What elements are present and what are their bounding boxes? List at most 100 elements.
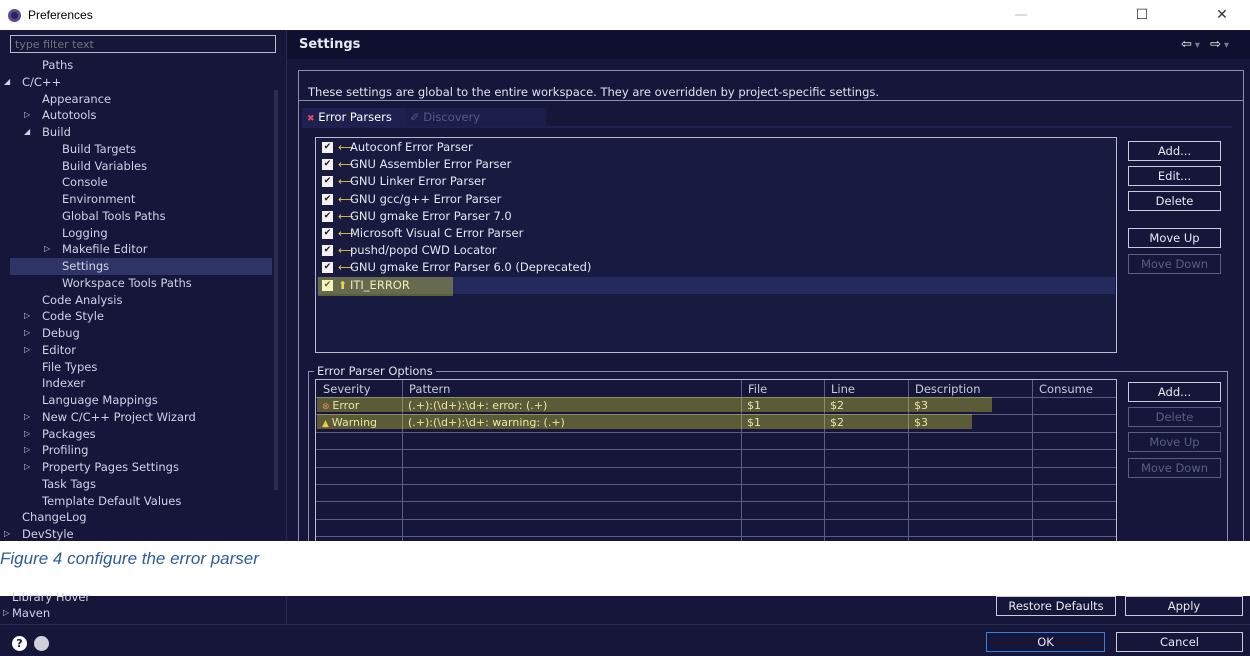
tree-item[interactable]: Language Mappings bbox=[10, 392, 272, 409]
parser-checkbox[interactable]: ✔ bbox=[322, 245, 333, 257]
restore-defaults-button[interactable]: Restore Defaults bbox=[996, 596, 1116, 616]
expanded-arrow-icon[interactable]: ◢ bbox=[4, 74, 10, 91]
parser-checkbox[interactable]: ✔ bbox=[322, 159, 333, 171]
edit-parser-button[interactable]: Edit... bbox=[1128, 166, 1221, 186]
close-button[interactable]: ✕ bbox=[1210, 4, 1234, 26]
move-down-parser-button[interactable]: Move Down bbox=[1128, 254, 1221, 274]
tab-error-parsers[interactable]: ✖ Error Parsers bbox=[302, 108, 406, 126]
tree-item[interactable]: Task Tags bbox=[10, 476, 272, 493]
forward-arrow-icon[interactable]: ⇨ bbox=[1210, 37, 1224, 52]
delete-parser-button[interactable]: Delete bbox=[1128, 191, 1221, 211]
error-parser-list[interactable]: ✔ ⟵ Autoconf Error Parser ✔ ⟵ GNU Assembler E… bbox=[315, 137, 1117, 353]
column-header[interactable]: Pattern bbox=[409, 382, 450, 396]
add-parser-button[interactable]: Add... bbox=[1128, 141, 1221, 161]
column-header[interactable]: Consume bbox=[1039, 382, 1093, 396]
move-up-parser-button[interactable]: Move Up bbox=[1128, 228, 1221, 248]
parser-row[interactable]: ✔ ⟵ pushd/popd CWD Locator bbox=[317, 242, 1115, 259]
tree-item[interactable]: Environment bbox=[10, 191, 272, 208]
column-header[interactable]: File bbox=[748, 382, 767, 396]
tree-item[interactable]: ▷ Property Pages Settings bbox=[10, 459, 272, 476]
tree-item-peek[interactable]: Library Hover bbox=[12, 590, 90, 604]
parser-checkbox[interactable]: ✔ bbox=[322, 142, 333, 153]
pattern-cell[interactable]: (.+):(\d+):\d+: warning: (.+) bbox=[408, 416, 565, 429]
move-down-pattern-button[interactable]: Move Down bbox=[1128, 458, 1221, 478]
expanded-arrow-icon[interactable]: ◢ bbox=[24, 124, 30, 141]
parser-row[interactable]: ✔ ⟵ Microsoft Visual C Error Parser bbox=[317, 225, 1115, 242]
collapsed-arrow-icon[interactable]: ▷ bbox=[4, 526, 10, 541]
tree-item[interactable]: Global Tools Paths bbox=[10, 208, 272, 225]
tree-item[interactable]: ◢ Build bbox=[10, 124, 272, 141]
pane-divider[interactable] bbox=[286, 30, 287, 541]
tree-item[interactable]: Settings bbox=[10, 258, 272, 275]
tree-item[interactable]: Build Variables bbox=[10, 158, 272, 175]
tree-item[interactable]: ChangeLog bbox=[10, 509, 272, 526]
minimize-button[interactable]: — bbox=[1009, 4, 1033, 26]
help-icon[interactable]: ? bbox=[12, 636, 27, 651]
tree-item-peek[interactable]: Maven bbox=[12, 606, 50, 620]
tree-item[interactable]: Paths bbox=[10, 57, 272, 74]
back-menu-chevron-icon[interactable]: ▾ bbox=[1195, 40, 1203, 51]
column-header[interactable]: Severity bbox=[323, 382, 371, 396]
collapsed-arrow-icon[interactable]: ▷ bbox=[44, 241, 50, 258]
tree-item[interactable]: ▷ Code Style bbox=[10, 308, 272, 325]
add-pattern-button[interactable]: Add... bbox=[1128, 382, 1221, 402]
tree-scrollbar[interactable] bbox=[274, 90, 278, 490]
tree-item[interactable]: Build Targets bbox=[10, 141, 272, 158]
parser-checkbox[interactable]: ✔ bbox=[322, 193, 333, 205]
tree-item[interactable]: ▷ DevStyle bbox=[4, 526, 272, 541]
ok-button[interactable]: OK bbox=[986, 632, 1105, 652]
tree-item[interactable]: Workspace Tools Paths bbox=[10, 275, 272, 292]
column-header[interactable]: Description bbox=[915, 382, 981, 396]
preferences-export-icon[interactable] bbox=[34, 636, 49, 651]
apply-button[interactable]: Apply bbox=[1125, 596, 1243, 616]
parser-row[interactable]: ✔ ⟵ GNU Assembler Error Parser bbox=[317, 156, 1115, 173]
tree-item[interactable]: ▷ Debug bbox=[10, 325, 272, 342]
collapsed-arrow-icon[interactable]: ▷ bbox=[24, 442, 30, 459]
collapsed-arrow-icon[interactable]: ▷ bbox=[24, 459, 30, 476]
description-cell[interactable]: $3 bbox=[914, 416, 928, 429]
tree-item[interactable]: ◢ C/C++ bbox=[4, 74, 272, 91]
parser-row[interactable]: ✔ ⟵ Autoconf Error Parser bbox=[317, 139, 1115, 156]
collapsed-arrow-icon[interactable]: ▷ bbox=[24, 409, 30, 426]
description-cell[interactable]: $3 bbox=[914, 399, 928, 412]
line-cell[interactable]: $2 bbox=[830, 399, 844, 412]
tree-item[interactable]: ▷ Makefile Editor bbox=[10, 241, 272, 258]
delete-pattern-button[interactable]: Delete bbox=[1128, 407, 1221, 427]
parser-checkbox[interactable]: ✔ bbox=[322, 262, 333, 274]
tree-item[interactable]: File Types bbox=[10, 359, 272, 376]
tree-item[interactable]: ▷ New C/C++ Project Wizard bbox=[10, 409, 272, 426]
parser-checkbox[interactable]: ✔ bbox=[322, 176, 333, 188]
tree-item[interactable]: Code Analysis bbox=[10, 292, 272, 309]
parser-row[interactable]: ✔ ⟵ GNU gmake Error Parser 6.0 (Deprecated… bbox=[317, 259, 1115, 276]
tree-item[interactable]: Appearance bbox=[10, 91, 272, 108]
cancel-button[interactable]: Cancel bbox=[1116, 632, 1243, 652]
collapsed-arrow-icon[interactable]: ▷ bbox=[24, 308, 30, 325]
severity-cell[interactable]: ⊗ Error bbox=[322, 399, 359, 412]
severity-cell[interactable]: ▲ Warning bbox=[322, 416, 377, 429]
tree-item[interactable]: Console bbox=[10, 174, 272, 191]
pattern-cell[interactable]: (.+):(\d+):\d+: error: (.+) bbox=[408, 399, 547, 412]
collapsed-arrow-icon[interactable]: ▷ bbox=[24, 426, 30, 443]
back-arrow-icon[interactable]: ⇦ bbox=[1181, 37, 1195, 52]
tree-item[interactable]: Indexer bbox=[10, 375, 272, 392]
column-header[interactable]: Line bbox=[831, 382, 855, 396]
tree-item[interactable]: Template Default Values bbox=[10, 493, 272, 510]
filter-input[interactable] bbox=[10, 35, 276, 53]
parser-checkbox[interactable]: ✔ bbox=[322, 210, 333, 222]
tree-item[interactable]: ▷ Editor bbox=[10, 342, 272, 359]
move-up-pattern-button[interactable]: Move Up bbox=[1128, 432, 1221, 452]
collapsed-arrow-icon[interactable]: ▷ bbox=[24, 342, 30, 359]
collapsed-arrow-icon[interactable]: ▷ bbox=[3, 608, 9, 617]
parser-checkbox[interactable]: ✔ bbox=[322, 228, 333, 239]
collapsed-arrow-icon[interactable]: ▷ bbox=[24, 325, 30, 342]
forward-menu-chevron-icon[interactable]: ▾ bbox=[1224, 40, 1232, 51]
tree-item[interactable]: Logging bbox=[10, 225, 272, 242]
tab-discovery[interactable]: ✐ Discovery bbox=[406, 108, 546, 126]
parser-row[interactable]: ✔ ⟵ GNU Linker Error Parser bbox=[317, 173, 1115, 190]
options-table[interactable]: Severity Pattern File Line Description Consum… bbox=[315, 379, 1117, 541]
file-cell[interactable]: $1 bbox=[747, 399, 761, 412]
collapsed-arrow-icon[interactable]: ▷ bbox=[24, 107, 30, 124]
line-cell[interactable]: $2 bbox=[830, 416, 844, 429]
tree-item[interactable]: ▷ Packages bbox=[10, 426, 272, 443]
parser-row[interactable]: ✔ ⟵ GNU gmake Error Parser 7.0 bbox=[317, 208, 1115, 225]
